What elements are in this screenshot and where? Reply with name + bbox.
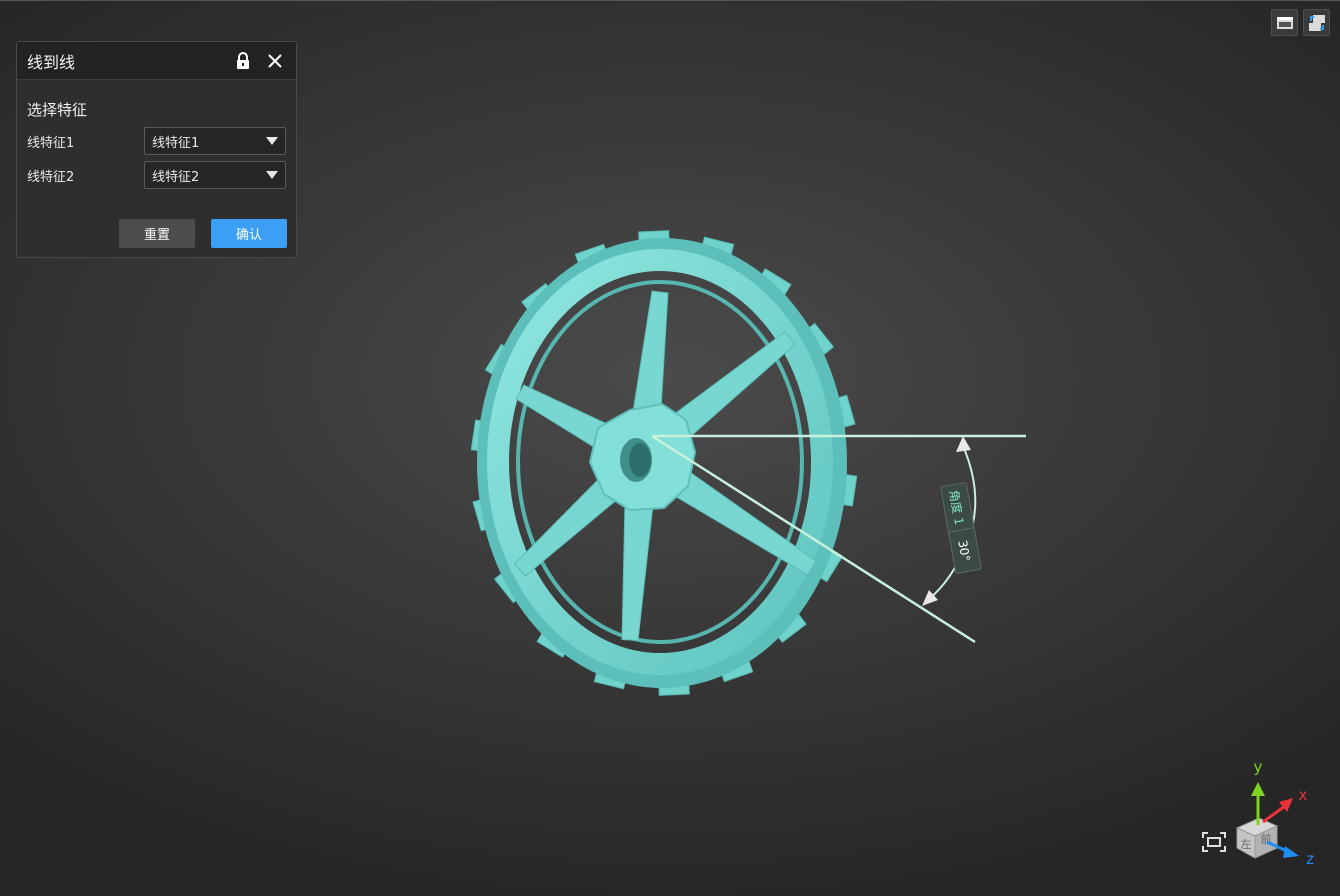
row-line-feature-2: 线特征2 线特征2 [27,161,287,189]
row-line-feature-1: 线特征1 线特征1 [27,127,287,155]
reset-button[interactable]: 重置 [119,219,195,248]
line-feature-1-label: 线特征1 [27,135,75,151]
x-axis [1262,804,1286,824]
line-to-line-panel: 线到线 选择特征 线特征1 线特征1 线特征2 线特征2 重置 确认 [16,41,297,258]
section-title: 选择特征 [27,101,88,119]
lock-icon[interactable] [232,50,254,72]
line-feature-1-value: 线特征1 [152,135,200,151]
chevron-down-icon [266,137,278,145]
gear-model[interactable] [470,230,858,696]
swap-window-icon [1308,14,1325,31]
panel-title: 线到线 [27,52,76,72]
line-feature-2-label: 线特征2 [27,169,75,185]
y-axis-label: y [1254,758,1263,776]
cube-face-left: 左 [1241,838,1252,851]
x-axis-label: x [1299,786,1308,804]
chevron-down-icon [266,171,278,179]
split-view-button[interactable] [1303,9,1330,36]
line-feature-2-value: 线特征2 [152,169,200,185]
arrow-head-top [956,436,971,452]
z-axis-label: z [1306,850,1314,868]
panel-header: 线到线 [17,42,296,80]
orientation-gizmo[interactable]: 左 前 y x z [1215,750,1340,870]
confirm-button[interactable]: 确认 [211,219,287,248]
line-feature-1-select[interactable]: 线特征1 [144,127,286,155]
line-feature-2-select[interactable]: 线特征2 [144,161,286,189]
single-view-button[interactable] [1271,9,1298,36]
close-icon[interactable] [264,50,286,72]
window-icon [1276,16,1293,29]
